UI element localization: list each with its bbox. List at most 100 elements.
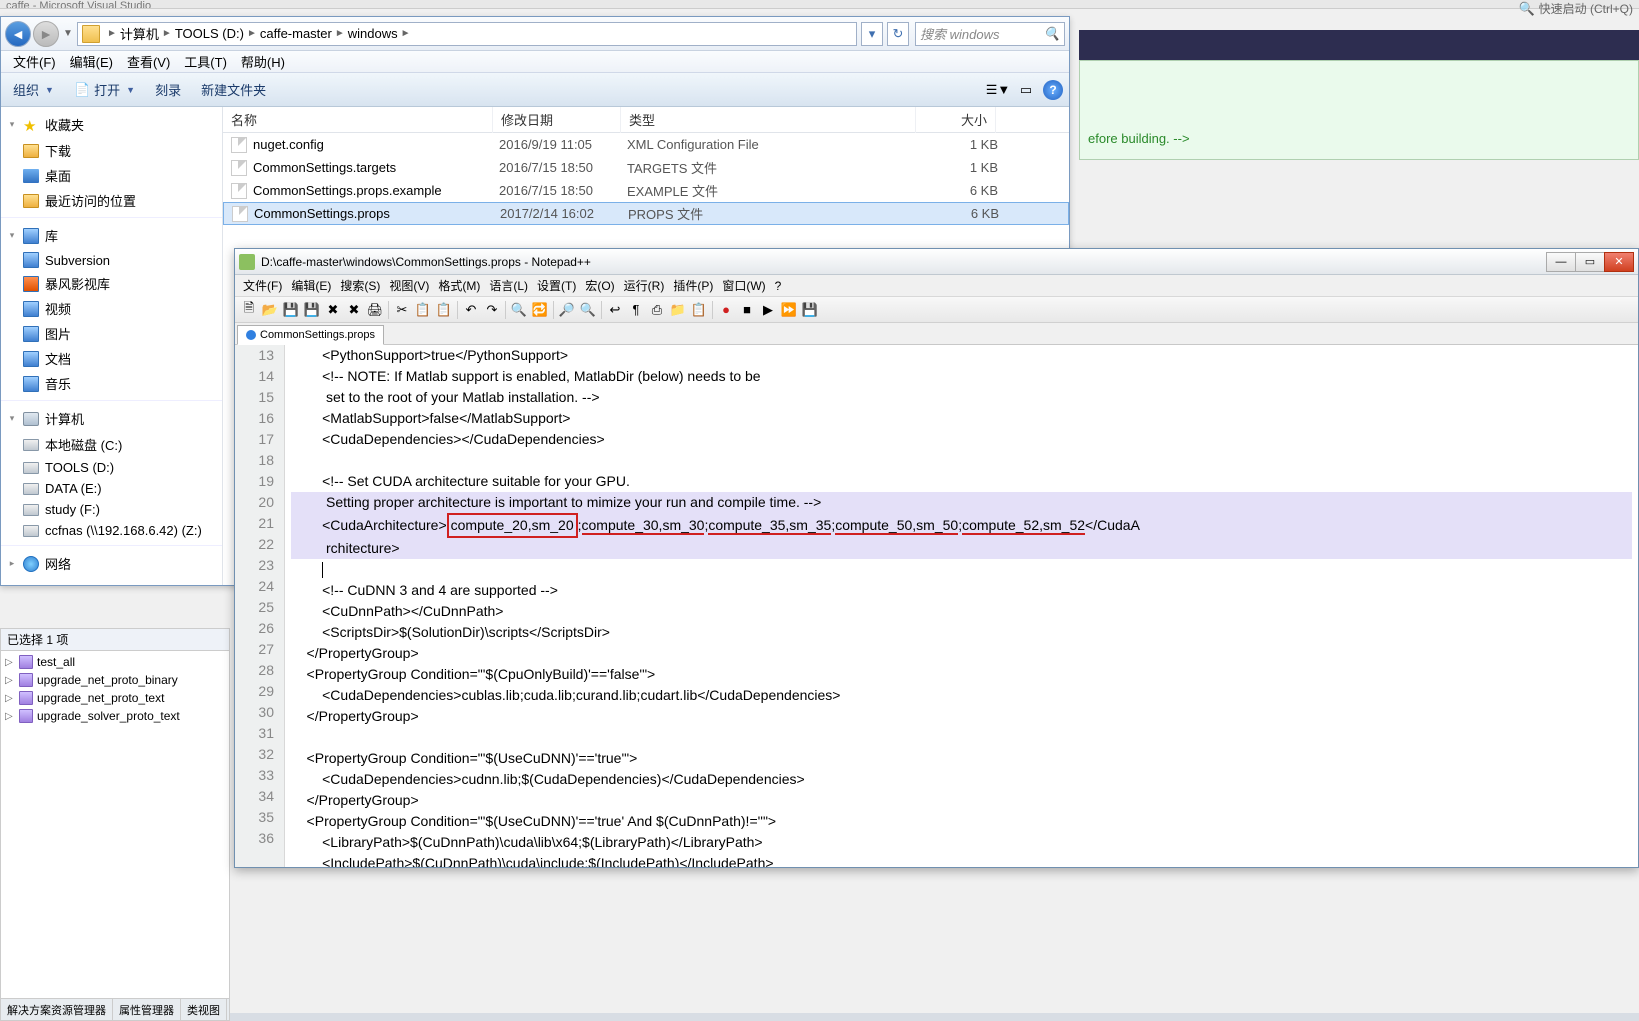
menu-tools[interactable]: 工具(T): [178, 50, 233, 73]
menu-edit[interactable]: 编辑(E): [64, 50, 119, 73]
burn-button[interactable]: 刻录: [149, 77, 187, 102]
favorites-header[interactable]: ▾★收藏夹: [1, 111, 222, 138]
nav-baofeng[interactable]: 暴风影视库: [1, 271, 222, 296]
nav-subversion[interactable]: Subversion: [1, 249, 222, 271]
menu-plugins[interactable]: 插件(P): [669, 275, 717, 296]
file-row[interactable]: CommonSettings.props2017/2/14 16:02PROPS…: [223, 202, 1069, 225]
nav-network-drive[interactable]: ccfnas (\\192.168.6.42) (Z:): [1, 520, 222, 541]
panel-tabs[interactable]: 解决方案资源管理器 属性管理器 类视图: [1, 998, 229, 1020]
preview-pane-button[interactable]: ▭: [1015, 79, 1037, 101]
print-icon[interactable]: 🖨: [365, 300, 385, 320]
tab-solution-explorer[interactable]: 解决方案资源管理器: [1, 999, 113, 1020]
explorer-search[interactable]: 搜索 windows 🔍: [915, 22, 1065, 46]
menu-file[interactable]: 文件(F): [7, 50, 62, 73]
cut-icon[interactable]: ✂: [392, 300, 412, 320]
nav-videos[interactable]: 视频: [1, 296, 222, 321]
organize-button[interactable]: 组织▼: [7, 77, 60, 102]
project-item[interactable]: ▷test_all: [1, 653, 229, 671]
minimize-button[interactable]: —: [1546, 252, 1576, 272]
undo-icon[interactable]: ↶: [461, 300, 481, 320]
menu-edit[interactable]: 编辑(E): [287, 275, 335, 296]
maximize-button[interactable]: ▭: [1575, 252, 1605, 272]
nav-drive-d[interactable]: TOOLS (D:): [1, 457, 222, 478]
network-header[interactable]: ▸网络: [1, 550, 222, 577]
menu-view[interactable]: 查看(V): [121, 50, 176, 73]
npp-editor[interactable]: 1314151617181920212223242526272829303132…: [235, 345, 1638, 867]
breadcrumb[interactable]: caffe-master: [260, 26, 332, 41]
nav-drive-f[interactable]: study (F:): [1, 499, 222, 520]
redo-icon[interactable]: ↷: [482, 300, 502, 320]
menu-search[interactable]: 搜索(S): [336, 275, 384, 296]
menu-window[interactable]: 窗口(W): [718, 275, 769, 296]
project-item[interactable]: ▷upgrade_net_proto_text: [1, 689, 229, 707]
open-file-icon[interactable]: 📂: [260, 300, 280, 320]
address-bar[interactable]: ►计算机 ►TOOLS (D:) ►caffe-master ►windows►: [77, 22, 857, 46]
help-icon[interactable]: ?: [1043, 80, 1063, 100]
find-icon[interactable]: 🔍: [509, 300, 529, 320]
menu-view[interactable]: 视图(V): [385, 275, 433, 296]
menu-format[interactable]: 格式(M): [434, 275, 484, 296]
tab-property-manager[interactable]: 属性管理器: [113, 999, 181, 1020]
menu-language[interactable]: 语言(L): [485, 275, 532, 296]
stop-macro-icon[interactable]: ■: [737, 300, 757, 320]
play-macro-icon[interactable]: ▶: [758, 300, 778, 320]
column-headers[interactable]: 名称 修改日期 类型 大小: [223, 107, 1069, 133]
project-item[interactable]: ▷upgrade_solver_proto_text: [1, 707, 229, 725]
refresh-button[interactable]: ↻: [887, 22, 909, 46]
menu-run[interactable]: 运行(R): [620, 275, 669, 296]
copy-icon[interactable]: 📋: [413, 300, 433, 320]
menu-settings[interactable]: 设置(T): [533, 275, 580, 296]
breadcrumb[interactable]: TOOLS (D:): [175, 26, 244, 41]
libraries-header[interactable]: ▾库: [1, 222, 222, 249]
file-row[interactable]: nuget.config2016/9/19 11:05XML Configura…: [223, 133, 1069, 156]
col-header-name[interactable]: 名称: [223, 107, 493, 133]
npp-file-tab[interactable]: CommonSettings.props: [237, 325, 384, 345]
nav-drive-e[interactable]: DATA (E:): [1, 478, 222, 499]
computer-header[interactable]: ▾计算机: [1, 405, 222, 432]
breadcrumb[interactable]: windows: [348, 26, 398, 41]
play-multi-icon[interactable]: ⏩: [779, 300, 799, 320]
close-file-icon[interactable]: ✖: [323, 300, 343, 320]
code-area[interactable]: <PythonSupport>true</PythonSupport> <!--…: [285, 345, 1638, 867]
col-header-type[interactable]: 类型: [621, 107, 916, 133]
file-row[interactable]: CommonSettings.targets2016/7/15 18:50TAR…: [223, 156, 1069, 179]
project-item[interactable]: ▷upgrade_net_proto_binary: [1, 671, 229, 689]
address-dropdown[interactable]: ▾: [861, 22, 883, 46]
file-row[interactable]: CommonSettings.props.example2016/7/15 18…: [223, 179, 1069, 202]
new-folder-button[interactable]: 新建文件夹: [195, 77, 272, 102]
back-button[interactable]: ◄: [5, 21, 31, 47]
open-button[interactable]: 📄打开▼: [68, 77, 141, 102]
col-header-date[interactable]: 修改日期: [493, 107, 621, 133]
forward-button[interactable]: ►: [33, 21, 59, 47]
menu-macro[interactable]: 宏(O): [581, 275, 618, 296]
nav-pictures[interactable]: 图片: [1, 321, 222, 346]
menu-file[interactable]: 文件(F): [239, 275, 286, 296]
nav-documents[interactable]: 文档: [1, 346, 222, 371]
close-button[interactable]: ✕: [1604, 252, 1634, 272]
new-file-icon[interactable]: 🗎: [239, 300, 259, 320]
zoom-out-icon[interactable]: 🔍: [578, 300, 598, 320]
nav-desktop[interactable]: 桌面: [1, 163, 222, 188]
indent-guide-icon[interactable]: ⎙: [647, 300, 667, 320]
show-symbols-icon[interactable]: ¶: [626, 300, 646, 320]
nav-history-dropdown[interactable]: ▼: [61, 21, 75, 47]
npp-titlebar[interactable]: D:\caffe-master\windows\CommonSettings.p…: [235, 249, 1638, 275]
save-macro-icon[interactable]: 💾: [800, 300, 820, 320]
col-header-size[interactable]: 大小: [916, 107, 996, 133]
save-icon[interactable]: 💾: [281, 300, 301, 320]
wrap-icon[interactable]: ↩: [605, 300, 625, 320]
view-options-button[interactable]: ☰▼: [987, 79, 1009, 101]
nav-recent[interactable]: 最近访问的位置: [1, 188, 222, 213]
nav-drive-c[interactable]: 本地磁盘 (C:): [1, 432, 222, 457]
menu-help[interactable]: ?: [771, 277, 786, 295]
record-macro-icon[interactable]: ●: [716, 300, 736, 320]
folder-view-icon[interactable]: 📁: [668, 300, 688, 320]
close-all-icon[interactable]: ✖: [344, 300, 364, 320]
menu-help[interactable]: 帮助(H): [235, 50, 291, 73]
nav-downloads[interactable]: 下载: [1, 138, 222, 163]
paste-icon[interactable]: 📋: [434, 300, 454, 320]
breadcrumb[interactable]: 计算机: [120, 24, 159, 43]
nav-music[interactable]: 音乐: [1, 371, 222, 396]
navigation-pane[interactable]: ▾★收藏夹 下载 桌面 最近访问的位置 ▾库 Subversion 暴风影视库 …: [1, 107, 223, 585]
quick-launch[interactable]: 🔍 快速启动 (Ctrl+Q): [1518, 0, 1633, 17]
